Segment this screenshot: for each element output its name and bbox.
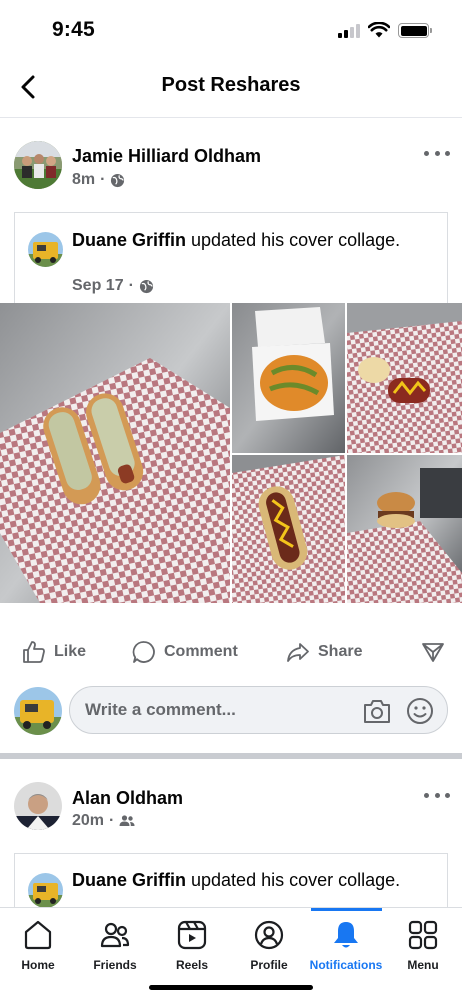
tab-label: Home <box>21 958 55 972</box>
post-meta: 20m · <box>72 812 135 830</box>
avatar[interactable] <box>28 873 63 908</box>
avatar-photo <box>28 873 63 908</box>
tab-label: Menu <box>407 958 439 972</box>
shared-post-title: Duane Griffin updated his cover collage. <box>72 869 432 892</box>
meta-dot: · <box>109 812 115 829</box>
tab-label: Reels <box>175 958 209 972</box>
tab-profile[interactable]: Profile <box>231 918 307 972</box>
post-author[interactable]: Alan Oldham <box>72 788 183 809</box>
shared-action: updated his cover collage. <box>186 870 401 890</box>
home-indicator <box>149 985 313 990</box>
tab-label: Profile <box>250 958 288 972</box>
tab-friends[interactable]: Friends <box>77 918 153 972</box>
tab-home[interactable]: Home <box>0 918 76 972</box>
friends-icon <box>100 922 130 948</box>
post-time: 20m <box>72 812 105 829</box>
avatar[interactable] <box>14 782 62 830</box>
profile-icon <box>254 920 284 950</box>
shared-author[interactable]: Duane Griffin <box>72 870 186 890</box>
shared-post-card[interactable]: Duane Griffin updated his cover collage. <box>14 853 448 913</box>
tab-label: Friends <box>93 958 137 972</box>
post-card: Alan Oldham 20m · Duane Griffin updated … <box>0 0 462 913</box>
home-icon <box>24 920 52 950</box>
menu-grid-icon <box>408 920 438 950</box>
tab-notifications[interactable]: Notifications <box>308 918 384 972</box>
bell-icon <box>334 922 358 948</box>
more-options-button[interactable] <box>424 788 450 802</box>
tab-menu[interactable]: Menu <box>385 918 461 972</box>
friends-icon <box>119 815 135 826</box>
avatar-photo <box>14 782 62 830</box>
active-tab-indicator <box>311 908 382 911</box>
tab-label: Notifications <box>309 958 383 972</box>
tab-reels[interactable]: Reels <box>154 918 230 972</box>
reels-icon <box>177 920 207 950</box>
